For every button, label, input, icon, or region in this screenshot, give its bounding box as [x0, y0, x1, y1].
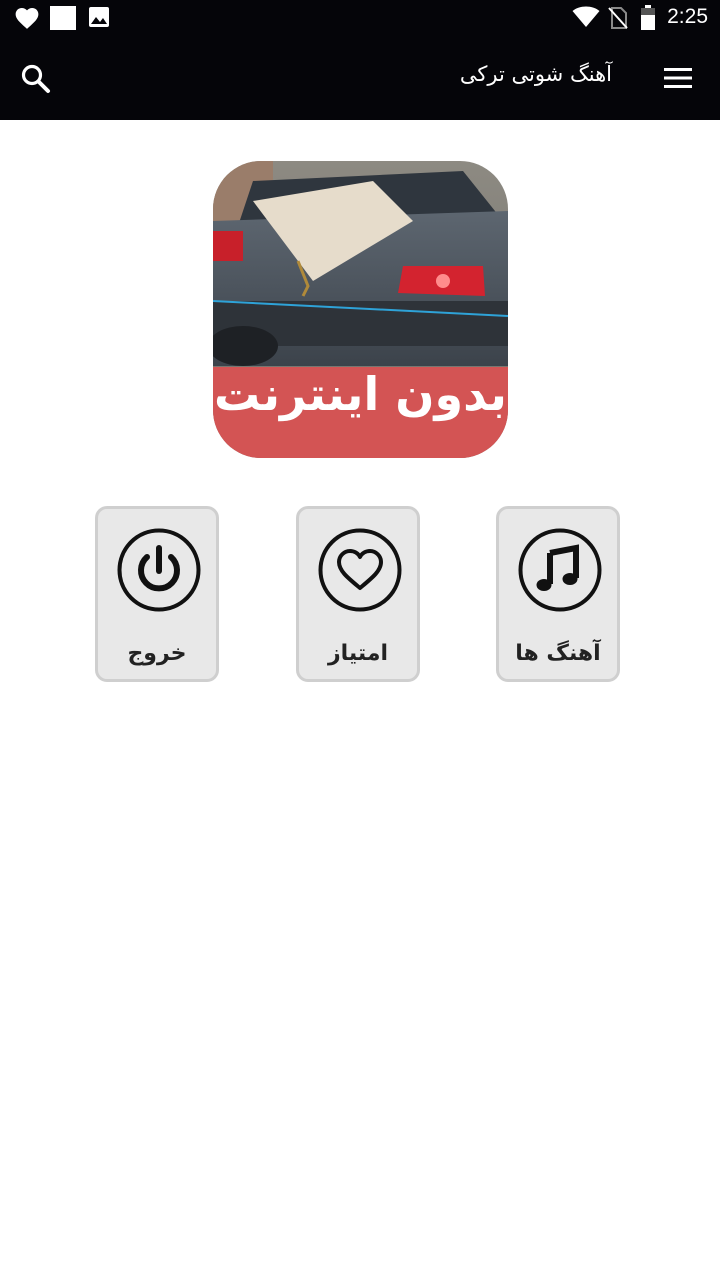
songs-button[interactable]: آهنگ ها [496, 506, 620, 682]
heart-outline-icon [318, 528, 402, 612]
hamburger-menu-icon [664, 68, 692, 88]
banner-offline-label: بدون اینترنت [214, 367, 507, 421]
battery-icon [641, 5, 655, 30]
heart-icon [15, 8, 39, 29]
wifi-icon [572, 6, 600, 27]
music-note-icon [518, 528, 602, 612]
exit-label: خروج [127, 641, 187, 666]
menu-button[interactable] [662, 65, 694, 91]
clock: 2:25 [667, 5, 708, 28]
power-icon [117, 528, 201, 612]
status-bar: 2:25 [0, 0, 720, 36]
image-icon [89, 7, 109, 27]
page-title: آهنگ شوتی ترکی [459, 62, 612, 86]
square-notification-icon [50, 6, 76, 30]
no-sim-icon [608, 7, 628, 29]
exit-button[interactable]: خروج [95, 506, 219, 682]
search-button[interactable] [20, 63, 52, 95]
rate-label: امتیاز [327, 641, 389, 666]
search-icon [21, 64, 50, 93]
app-toolbar: آهنگ شوتی ترکی [0, 36, 720, 120]
rate-button[interactable]: امتیاز [296, 506, 420, 682]
songs-label: آهنگ ها [515, 641, 601, 666]
app-banner-image: بدون اینترنت [213, 161, 508, 458]
